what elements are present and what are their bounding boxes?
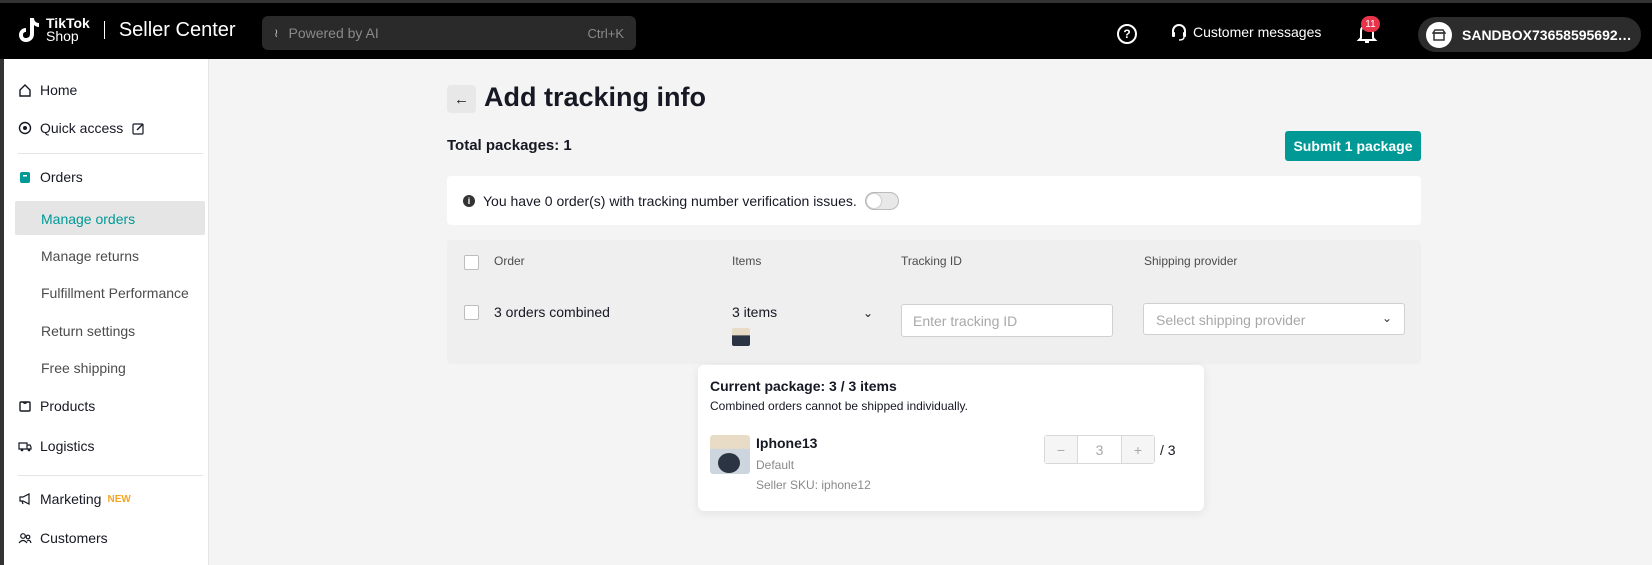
popover-title: Current package: 3 / 3 items <box>710 378 897 394</box>
sidebar-item-orders[interactable]: Orders <box>18 169 83 185</box>
popover-subtitle: Combined orders cannot be shipped indivi… <box>710 399 968 413</box>
column-header-tracking-id: Tracking ID <box>901 254 962 268</box>
quantity-value[interactable]: 3 <box>1077 436 1122 463</box>
back-button[interactable]: ← <box>447 85 476 113</box>
sidebar-divider <box>18 475 203 476</box>
notice-text: You have 0 order(s) with tracking number… <box>483 192 857 209</box>
column-header-items: Items <box>732 254 762 268</box>
sidebar-item-label: Marketing <box>40 491 102 507</box>
select-all-checkbox[interactable] <box>464 255 479 270</box>
account-menu[interactable]: SANDBOX736585956927... <box>1418 17 1641 52</box>
edit-icon[interactable] <box>131 121 145 135</box>
search-input[interactable]: ≀ Powered by AI Ctrl+K <box>262 16 636 50</box>
sidebar-item-manage-returns[interactable]: Manage returns <box>41 248 139 264</box>
orders-table: Order Items Tracking ID Shipping provide… <box>447 240 1421 364</box>
package-items-popover: Current package: 3 / 3 items Combined or… <box>698 365 1204 511</box>
account-name: SANDBOX736585956927... <box>1462 26 1632 43</box>
product-variant: Default <box>756 458 795 472</box>
customers-icon <box>18 531 32 545</box>
customer-messages-label: Customer messages <box>1193 24 1322 40</box>
submit-package-button[interactable]: Submit 1 package <box>1285 131 1421 161</box>
sidebar: Home Quick access Orders Manage orders M… <box>0 59 209 565</box>
sidebar-item-label: Logistics <box>40 438 95 454</box>
quantity-max: / 3 <box>1160 442 1176 458</box>
megaphone-icon <box>18 492 32 506</box>
search-shortcut: Ctrl+K <box>587 25 624 41</box>
logo-text: TikTok Shop <box>46 16 90 44</box>
minus-icon[interactable]: − <box>1045 436 1077 463</box>
sidebar-item-label: Quick access <box>40 120 124 136</box>
sidebar-item-products[interactable]: Products <box>18 398 95 414</box>
column-header-shipping-provider: Shipping provider <box>1144 254 1238 268</box>
help-icon[interactable]: ? <box>1117 24 1137 44</box>
top-bar: TikTok Shop Seller Center ≀ Powered by A… <box>0 0 1652 59</box>
product-sku: Seller SKU: iphone12 <box>756 478 871 492</box>
product-name: Iphone13 <box>756 435 818 451</box>
verification-toggle[interactable] <box>864 191 899 210</box>
page-title: Add tracking info <box>484 82 706 112</box>
sidebar-item-fulfillment-performance[interactable]: Fulfillment Performance <box>41 285 189 301</box>
orders-icon <box>18 170 32 184</box>
new-badge: NEW <box>107 493 131 505</box>
truck-icon <box>18 439 32 453</box>
sidebar-item-label: Orders <box>40 169 83 185</box>
notification-badge: 11 <box>1361 16 1380 32</box>
logo-divider <box>103 21 105 39</box>
logo[interactable]: TikTok Shop Seller Center <box>18 15 236 45</box>
info-icon: i <box>463 194 475 207</box>
verification-notice: i You have 0 order(s) with tracking numb… <box>447 176 1421 225</box>
sidebar-item-quick-access[interactable]: Quick access <box>18 120 153 136</box>
sidebar-item-customers[interactable]: Customers <box>18 530 108 546</box>
sidebar-item-home[interactable]: Home <box>18 82 77 98</box>
chevron-down-icon[interactable]: ⌄ <box>863 306 873 320</box>
sidebar-item-logistics[interactable]: Logistics <box>18 438 94 454</box>
plus-icon[interactable]: + <box>1122 436 1154 463</box>
target-icon <box>18 121 32 135</box>
sidebar-item-manage-orders[interactable]: Manage orders <box>41 211 135 227</box>
ai-search-icon: ≀ <box>274 26 279 40</box>
items-cell: 3 items <box>732 304 778 320</box>
headset-icon <box>1172 24 1186 41</box>
search-placeholder: Powered by AI <box>288 25 379 41</box>
sidebar-item-label: Customers <box>40 530 108 546</box>
sidebar-item-label: Home <box>40 82 78 98</box>
sidebar-item-return-settings[interactable]: Return settings <box>41 323 135 339</box>
order-cell: 3 orders combined <box>494 304 610 320</box>
arrow-left-icon: ← <box>454 90 469 108</box>
store-avatar-icon <box>1426 21 1452 48</box>
app-title: Seller Center <box>118 18 236 41</box>
row-checkbox[interactable] <box>464 305 479 320</box>
column-header-order: Order <box>494 254 525 268</box>
sidebar-item-label: Products <box>40 398 96 414</box>
total-packages: Total packages: 1 <box>447 137 572 154</box>
product-thumbnail <box>732 328 750 346</box>
shipping-provider-select[interactable]: Select shipping provider ⌄ <box>1143 303 1405 335</box>
products-icon <box>18 399 32 413</box>
product-image <box>710 435 750 474</box>
customer-messages-button[interactable]: Customer messages <box>1170 23 1321 41</box>
tracking-id-input[interactable]: Enter tracking ID <box>901 304 1113 337</box>
sidebar-item-free-shipping[interactable]: Free shipping <box>41 360 126 376</box>
logo-word2: Shop <box>46 28 79 44</box>
sidebar-divider <box>18 153 203 154</box>
home-icon <box>18 83 32 97</box>
chevron-down-icon: ⌄ <box>1381 311 1392 325</box>
sidebar-item-marketing[interactable]: Marketing NEW <box>18 491 131 507</box>
quantity-stepper[interactable]: − 3 + <box>1044 435 1155 464</box>
shipping-provider-placeholder: Select shipping provider <box>1156 312 1306 328</box>
tiktok-logo-icon <box>19 18 39 42</box>
